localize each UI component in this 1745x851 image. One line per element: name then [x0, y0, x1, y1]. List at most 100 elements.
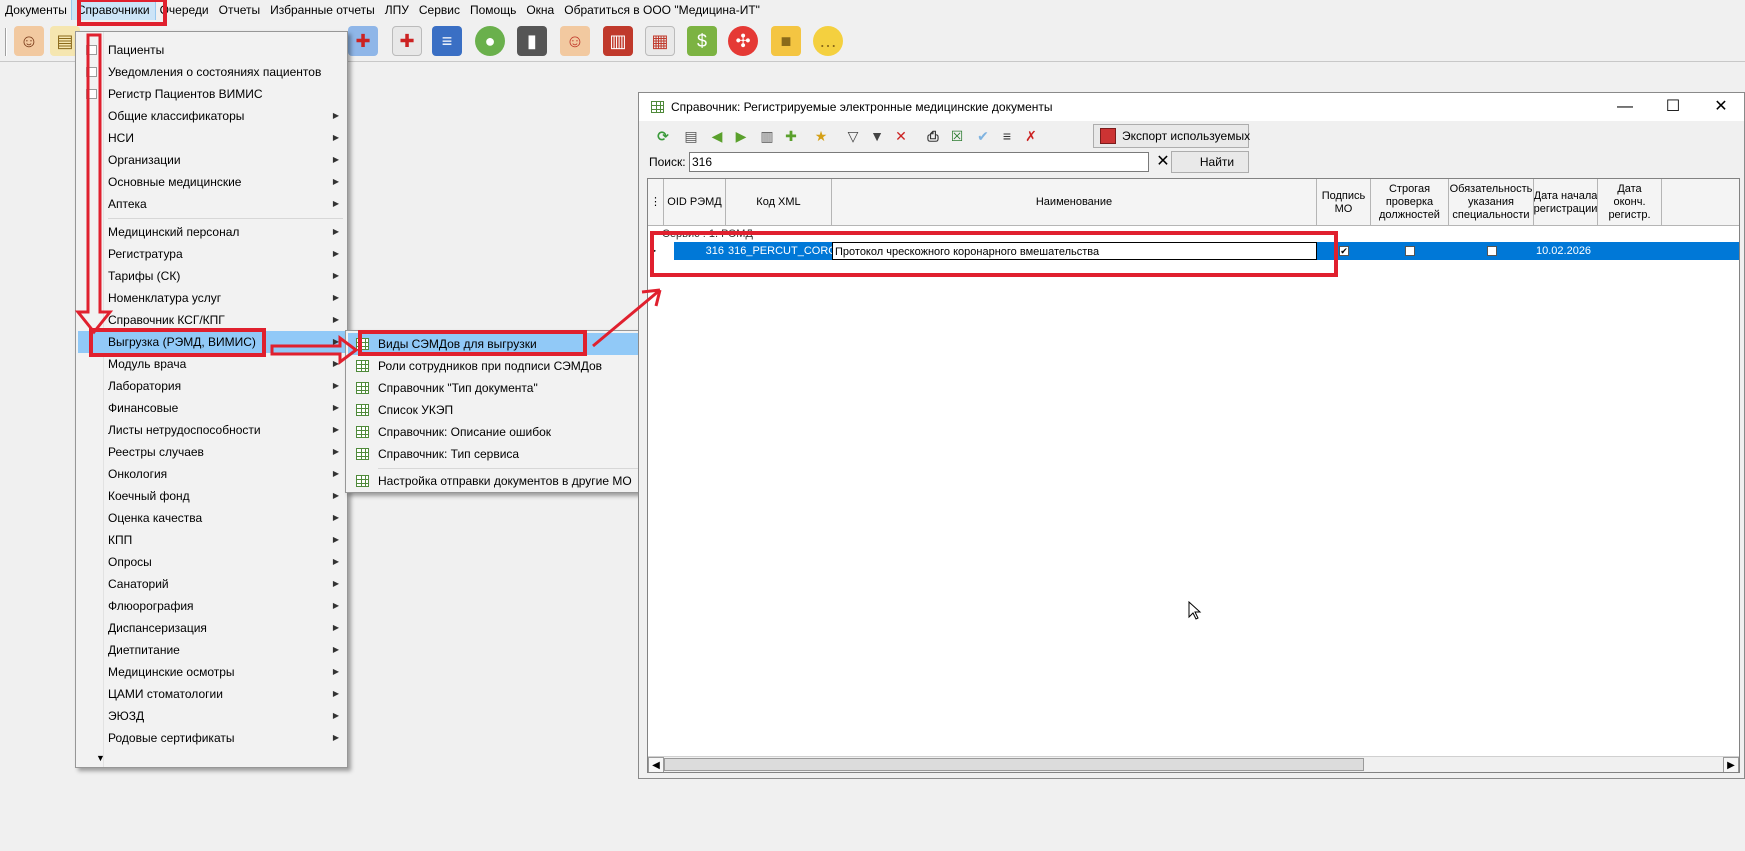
menu-item-export-remd-vimis[interactable]: Выгрузка (РЭМД, ВИМИС) ▶: [78, 331, 345, 353]
menu-item-organizations[interactable]: Организации ▶: [78, 149, 345, 171]
menu-item-tariffs[interactable]: Тарифы (СК) ▶: [78, 265, 345, 287]
column-strict-check[interactable]: Строгая проверка должностей: [1371, 179, 1449, 226]
group-row[interactable]: Сервис : 1. РЭМД: [662, 228, 753, 240]
nurse-icon[interactable]: ☺: [560, 26, 590, 56]
column-specialty-required[interactable]: Обязательность указания специальности: [1449, 179, 1534, 226]
add-icon[interactable]: ✚: [781, 126, 801, 146]
sort-icon[interactable]: ≡: [997, 126, 1017, 146]
copy-record-icon[interactable]: ▤: [681, 126, 701, 146]
calendar-icon[interactable]: ▦: [645, 26, 675, 56]
menu-help[interactable]: Помощь: [465, 0, 521, 20]
filter-clear-icon[interactable]: ✕: [891, 126, 911, 146]
menu-item-patients[interactable]: Пациенты: [78, 39, 345, 61]
submenu-item-staff-roles[interactable]: Роли сотрудников при подписи СЭМДов: [348, 355, 654, 377]
menu-references[interactable]: Справочники: [70, 0, 156, 21]
menu-item-cami-dentistry[interactable]: ЦАМИ стоматологии ▶: [78, 683, 345, 705]
money-icon[interactable]: $: [687, 26, 717, 56]
menu-item-bed-fund[interactable]: Коечный фонд ▶: [78, 485, 345, 507]
menu-item-registry[interactable]: Регистратура ▶: [78, 243, 345, 265]
menu-item-diet[interactable]: Диетпитание ▶: [78, 639, 345, 661]
menu-item-medical-exams[interactable]: Медицинские осмотры ▶: [78, 661, 345, 683]
books-icon[interactable]: ≡: [432, 26, 462, 56]
menu-item-sick-leave[interactable]: Листы нетрудоспособности ▶: [78, 419, 345, 441]
scroll-left-icon[interactable]: ◀: [648, 757, 664, 772]
search-input[interactable]: [689, 152, 1149, 172]
column-code-xml[interactable]: Код XML: [726, 179, 832, 226]
menu-queues[interactable]: Очереди: [155, 0, 214, 20]
cell-oid[interactable]: 316: [674, 242, 726, 260]
columns-icon[interactable]: ▥: [757, 126, 777, 146]
menu-windows[interactable]: Окна: [521, 0, 559, 20]
menu-item-kpp[interactable]: КПП ▶: [78, 529, 345, 551]
menu-item-case-registers[interactable]: Реестры случаев ▶: [78, 441, 345, 463]
arrow-left-icon[interactable]: ◀: [707, 126, 727, 146]
filter-icon[interactable]: ▽: [843, 126, 863, 146]
menu-item-service-nomenclature[interactable]: Номенклатура услуг ▶: [78, 287, 345, 309]
menu-item-dispensary[interactable]: Диспансеризация ▶: [78, 617, 345, 639]
column-date-end[interactable]: Дата оконч. регистр.: [1598, 179, 1662, 226]
column-date-start[interactable]: Дата начала регистрации: [1534, 179, 1598, 226]
column-signature-mo[interactable]: Подпись МО: [1317, 179, 1371, 226]
menu-item-eyuzd[interactable]: ЭЮЗД ▶: [78, 705, 345, 727]
column-oid[interactable]: OID РЭМД: [664, 179, 726, 226]
doctor-icon[interactable]: ☺: [14, 26, 44, 56]
refresh-icon[interactable]: ⟳: [653, 126, 673, 146]
menu-item-general-classifiers[interactable]: Общие классификаторы ▶: [78, 105, 345, 127]
delete-filter-icon[interactable]: ✗: [1021, 126, 1041, 146]
menu-documents[interactable]: Документы: [0, 0, 72, 20]
menu-item-doctor-module[interactable]: Модуль врача ▶: [78, 353, 345, 375]
clear-search-icon[interactable]: ✕: [1155, 153, 1171, 171]
menu-item-nsi[interactable]: НСИ ▶: [78, 127, 345, 149]
barcode-scanner-icon[interactable]: ▮: [517, 26, 547, 56]
maximize-button[interactable]: ☐: [1650, 95, 1696, 119]
horizontal-scrollbar[interactable]: ◀ ▶: [648, 756, 1739, 772]
submenu-item-ukep-list[interactable]: Список УКЭП: [348, 399, 654, 421]
menu-item-financial[interactable]: Финансовые ▶: [78, 397, 345, 419]
cell-code-xml[interactable]: 316_PERCUT_CORONARY: [726, 242, 832, 260]
red-book-icon[interactable]: ▥: [603, 26, 633, 56]
strict-check-checkbox[interactable]: [1405, 246, 1415, 256]
menu-item-pharmacy[interactable]: Аптека ▶: [78, 193, 345, 215]
menu-item-laboratory[interactable]: Лаборатория ▶: [78, 375, 345, 397]
favorite-icon[interactable]: ★: [811, 126, 831, 146]
menu-lpu[interactable]: ЛПУ: [380, 0, 414, 20]
submenu-item-send-settings[interactable]: Настройка отправки документов в другие М…: [348, 470, 654, 492]
submenu-item-service-type[interactable]: Справочник: Тип сервиса: [348, 443, 654, 465]
window-titlebar[interactable]: Справочник: Регистрируемые электронные м…: [639, 93, 1744, 121]
chat-icon[interactable]: …: [813, 26, 843, 56]
signature-checkbox[interactable]: ✔: [1339, 246, 1349, 256]
cell-date-start[interactable]: 10.02.2026: [1534, 242, 1598, 260]
menu-item-medical-staff[interactable]: Медицинский персонал ▶: [78, 221, 345, 243]
cell-date-end[interactable]: [1598, 242, 1739, 260]
menu-item-birth-certificates[interactable]: Родовые сертификаты ▶: [78, 727, 345, 749]
submenu-item-document-type[interactable]: Справочник "Тип документа": [348, 377, 654, 399]
export-used-button[interactable]: Экспорт используемых: [1093, 124, 1250, 148]
excel-icon[interactable]: ☒: [947, 126, 967, 146]
menu-item-vimis-register[interactable]: Регистр Пациентов ВИМИС: [78, 83, 345, 105]
pills-icon[interactable]: ●: [475, 26, 505, 56]
menu-scroll-down-icon[interactable]: ▼: [96, 753, 105, 763]
check-icon[interactable]: ✔: [973, 126, 993, 146]
menu-favorite-reports[interactable]: Избранные отчеты: [265, 0, 380, 20]
menu-reports[interactable]: Отчеты: [214, 0, 265, 20]
column-name[interactable]: Наименование: [832, 179, 1317, 226]
specialty-checkbox[interactable]: [1487, 246, 1497, 256]
ambulance-icon[interactable]: ✚: [348, 26, 378, 56]
submenu-item-semd-types[interactable]: Виды СЭМДов для выгрузки: [348, 333, 654, 355]
filter-edit-icon[interactable]: ▼: [867, 126, 887, 146]
scroll-thumb[interactable]: [664, 758, 1364, 771]
print-icon[interactable]: ⎙: [923, 126, 943, 146]
menu-item-surveys[interactable]: Опросы ▶: [78, 551, 345, 573]
table-row[interactable]: ▶ 316 316_PERCUT_CORONARY Протокол чреск…: [648, 242, 1739, 260]
menu-item-oncology[interactable]: Онкология ▶: [78, 463, 345, 485]
minimize-button[interactable]: —: [1602, 95, 1648, 119]
menu-item-basic-medical[interactable]: Основные медицинские ▶: [78, 171, 345, 193]
menu-item-sanatorium[interactable]: Санаторий ▶: [78, 573, 345, 595]
menu-service[interactable]: Сервис: [414, 0, 465, 20]
menu-item-ksg-kpg[interactable]: Справочник КСГ/КПГ ▶: [78, 309, 345, 331]
cell-strict-check[interactable]: [1371, 242, 1449, 260]
cell-signature-mo[interactable]: ✔: [1317, 242, 1371, 260]
menu-item-quality-assessment[interactable]: Оценка качества ▶: [78, 507, 345, 529]
lock-icon[interactable]: ■: [771, 26, 801, 56]
cell-specialty-required[interactable]: [1449, 242, 1534, 260]
